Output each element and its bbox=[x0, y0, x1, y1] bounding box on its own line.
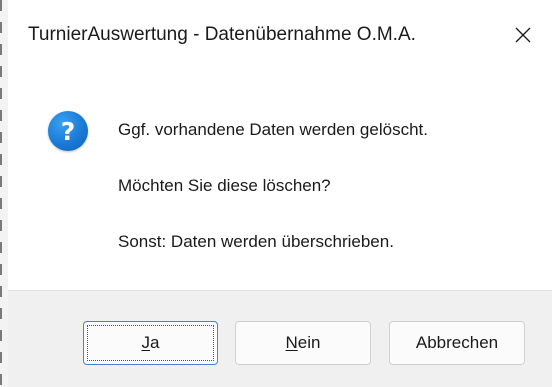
button-bar: Ja Nein Abbrechen bbox=[8, 290, 552, 387]
close-icon bbox=[515, 27, 531, 43]
cancel-button[interactable]: Abbrechen bbox=[389, 321, 525, 365]
message-line-2: Möchten Sie diese löschen? bbox=[118, 176, 331, 195]
message-line-3: Sonst: Daten werden überschrieben. bbox=[118, 232, 394, 251]
window-title: TurnierAuswertung - Datenübernahme O.M.A… bbox=[28, 24, 416, 45]
message-dialog: TurnierAuswertung - Datenübernahme O.M.A… bbox=[8, 0, 552, 387]
no-button-label-rest: ein bbox=[297, 333, 321, 352]
yes-button-label-rest: a bbox=[150, 333, 160, 352]
background-window-edge bbox=[0, 0, 2, 387]
no-button-mnemonic: N bbox=[285, 333, 298, 352]
question-icon: ? bbox=[48, 111, 88, 151]
close-button[interactable] bbox=[494, 10, 552, 60]
yes-button[interactable]: Ja bbox=[83, 321, 218, 365]
message-line-1: Ggf. vorhandene Daten werden gelöscht. bbox=[118, 120, 428, 139]
yes-button-mnemonic: J bbox=[141, 333, 151, 352]
message-area: ? Ggf. vorhandene Daten werden gelöscht.… bbox=[8, 70, 552, 290]
title-bar: TurnierAuswertung - Datenübernahme O.M.A… bbox=[8, 0, 552, 70]
no-button[interactable]: Nein bbox=[235, 321, 371, 365]
